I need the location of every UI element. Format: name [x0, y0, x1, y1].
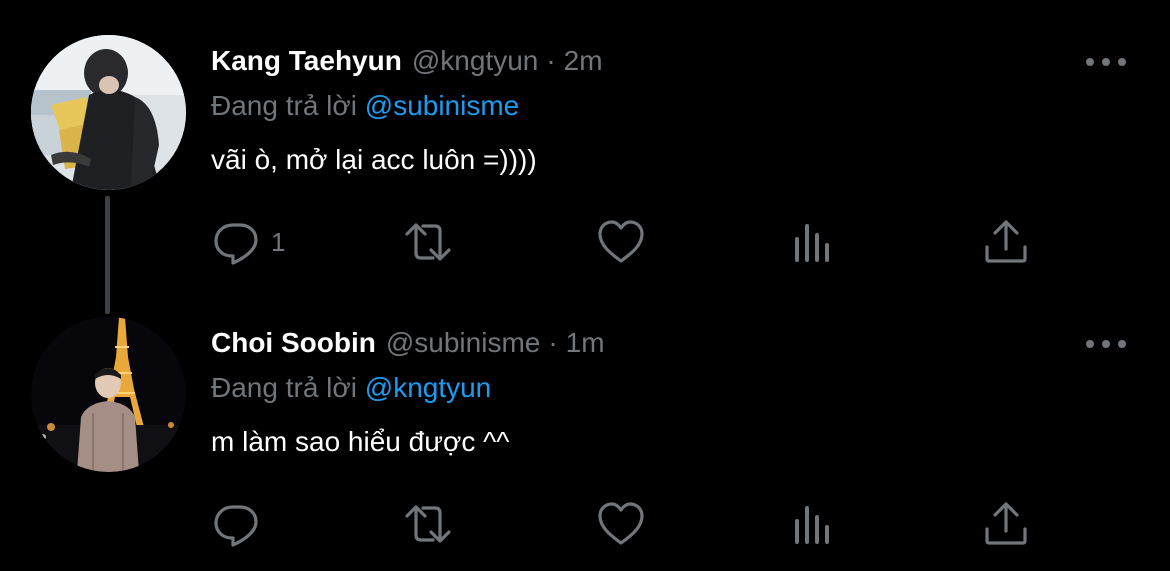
share-button[interactable] [981, 217, 1031, 267]
retweet-icon [405, 223, 451, 261]
mention-link[interactable]: @subinisme [365, 90, 519, 121]
views-button[interactable] [788, 499, 838, 549]
more-icon[interactable] [1086, 334, 1126, 354]
like-icon [598, 220, 644, 263]
views-icon [795, 224, 829, 262]
separator-dot: · [546, 45, 556, 76]
retweet-button[interactable] [403, 217, 453, 267]
more-dot [1086, 340, 1094, 348]
reply-button[interactable]: 1 [211, 217, 285, 267]
timestamp[interactable]: 2m [564, 45, 603, 77]
more-icon[interactable] [1086, 52, 1126, 72]
display-name[interactable]: Choi Soobin [211, 327, 376, 359]
like-icon [598, 502, 644, 545]
tweet-content: Kang Taehyun @kngtyun · 2m Đang trả lời … [211, 40, 1170, 180]
more-dot [1086, 58, 1094, 66]
handle[interactable]: @subinisme [386, 327, 540, 359]
mention-link[interactable]: @kngtyun [365, 372, 492, 403]
replying-label: Đang trả lời [211, 372, 357, 403]
timestamp[interactable]: 1m [566, 327, 605, 359]
retweet-button[interactable] [403, 499, 453, 549]
views-button[interactable] [788, 217, 838, 267]
tweet-content: Choi Soobin @subinisme · 1m Đang trả lời… [211, 322, 1170, 462]
share-icon [985, 502, 1027, 545]
avatar[interactable] [31, 317, 186, 472]
like-button[interactable] [596, 499, 646, 549]
replying-to: Đang trả lời @kngtyun [211, 368, 1170, 408]
avatar-photo [31, 317, 186, 472]
replying-label: Đang trả lời [211, 90, 357, 121]
handle[interactable]: @kngtyun [412, 45, 539, 77]
tweet[interactable]: Choi Soobin @subinisme · 1m Đang trả lời… [0, 282, 1170, 571]
more-dot [1118, 58, 1126, 66]
retweet-icon [405, 505, 451, 543]
share-button[interactable] [981, 499, 1031, 549]
more-dot [1102, 58, 1110, 66]
views-icon [795, 506, 829, 544]
reply-button[interactable] [211, 499, 271, 549]
action-bar: 1 [211, 217, 1041, 267]
reply-icon [214, 223, 258, 265]
like-button[interactable] [596, 217, 646, 267]
replying-to: Đang trả lời @subinisme [211, 86, 1170, 126]
more-dot [1102, 340, 1110, 348]
action-bar [211, 499, 1041, 549]
tweet-header: Choi Soobin @subinisme · 1m [211, 322, 1170, 364]
tweet-text: vãi ò, mở lại acc luôn =)))) [211, 144, 537, 175]
reply-icon [214, 505, 258, 547]
share-icon [985, 220, 1027, 263]
avatar-photo [31, 35, 186, 190]
more-dot [1118, 340, 1126, 348]
display-name[interactable]: Kang Taehyun [211, 45, 402, 77]
avatar[interactable] [31, 35, 186, 190]
tweet[interactable]: Kang Taehyun @kngtyun · 2m Đang trả lời … [0, 0, 1170, 314]
tweet-text: m làm sao hiểu được ^^ [211, 426, 510, 457]
reply-count: 1 [271, 226, 286, 257]
tweet-header: Kang Taehyun @kngtyun · 2m [211, 40, 1170, 82]
separator-dot: · [548, 327, 558, 358]
